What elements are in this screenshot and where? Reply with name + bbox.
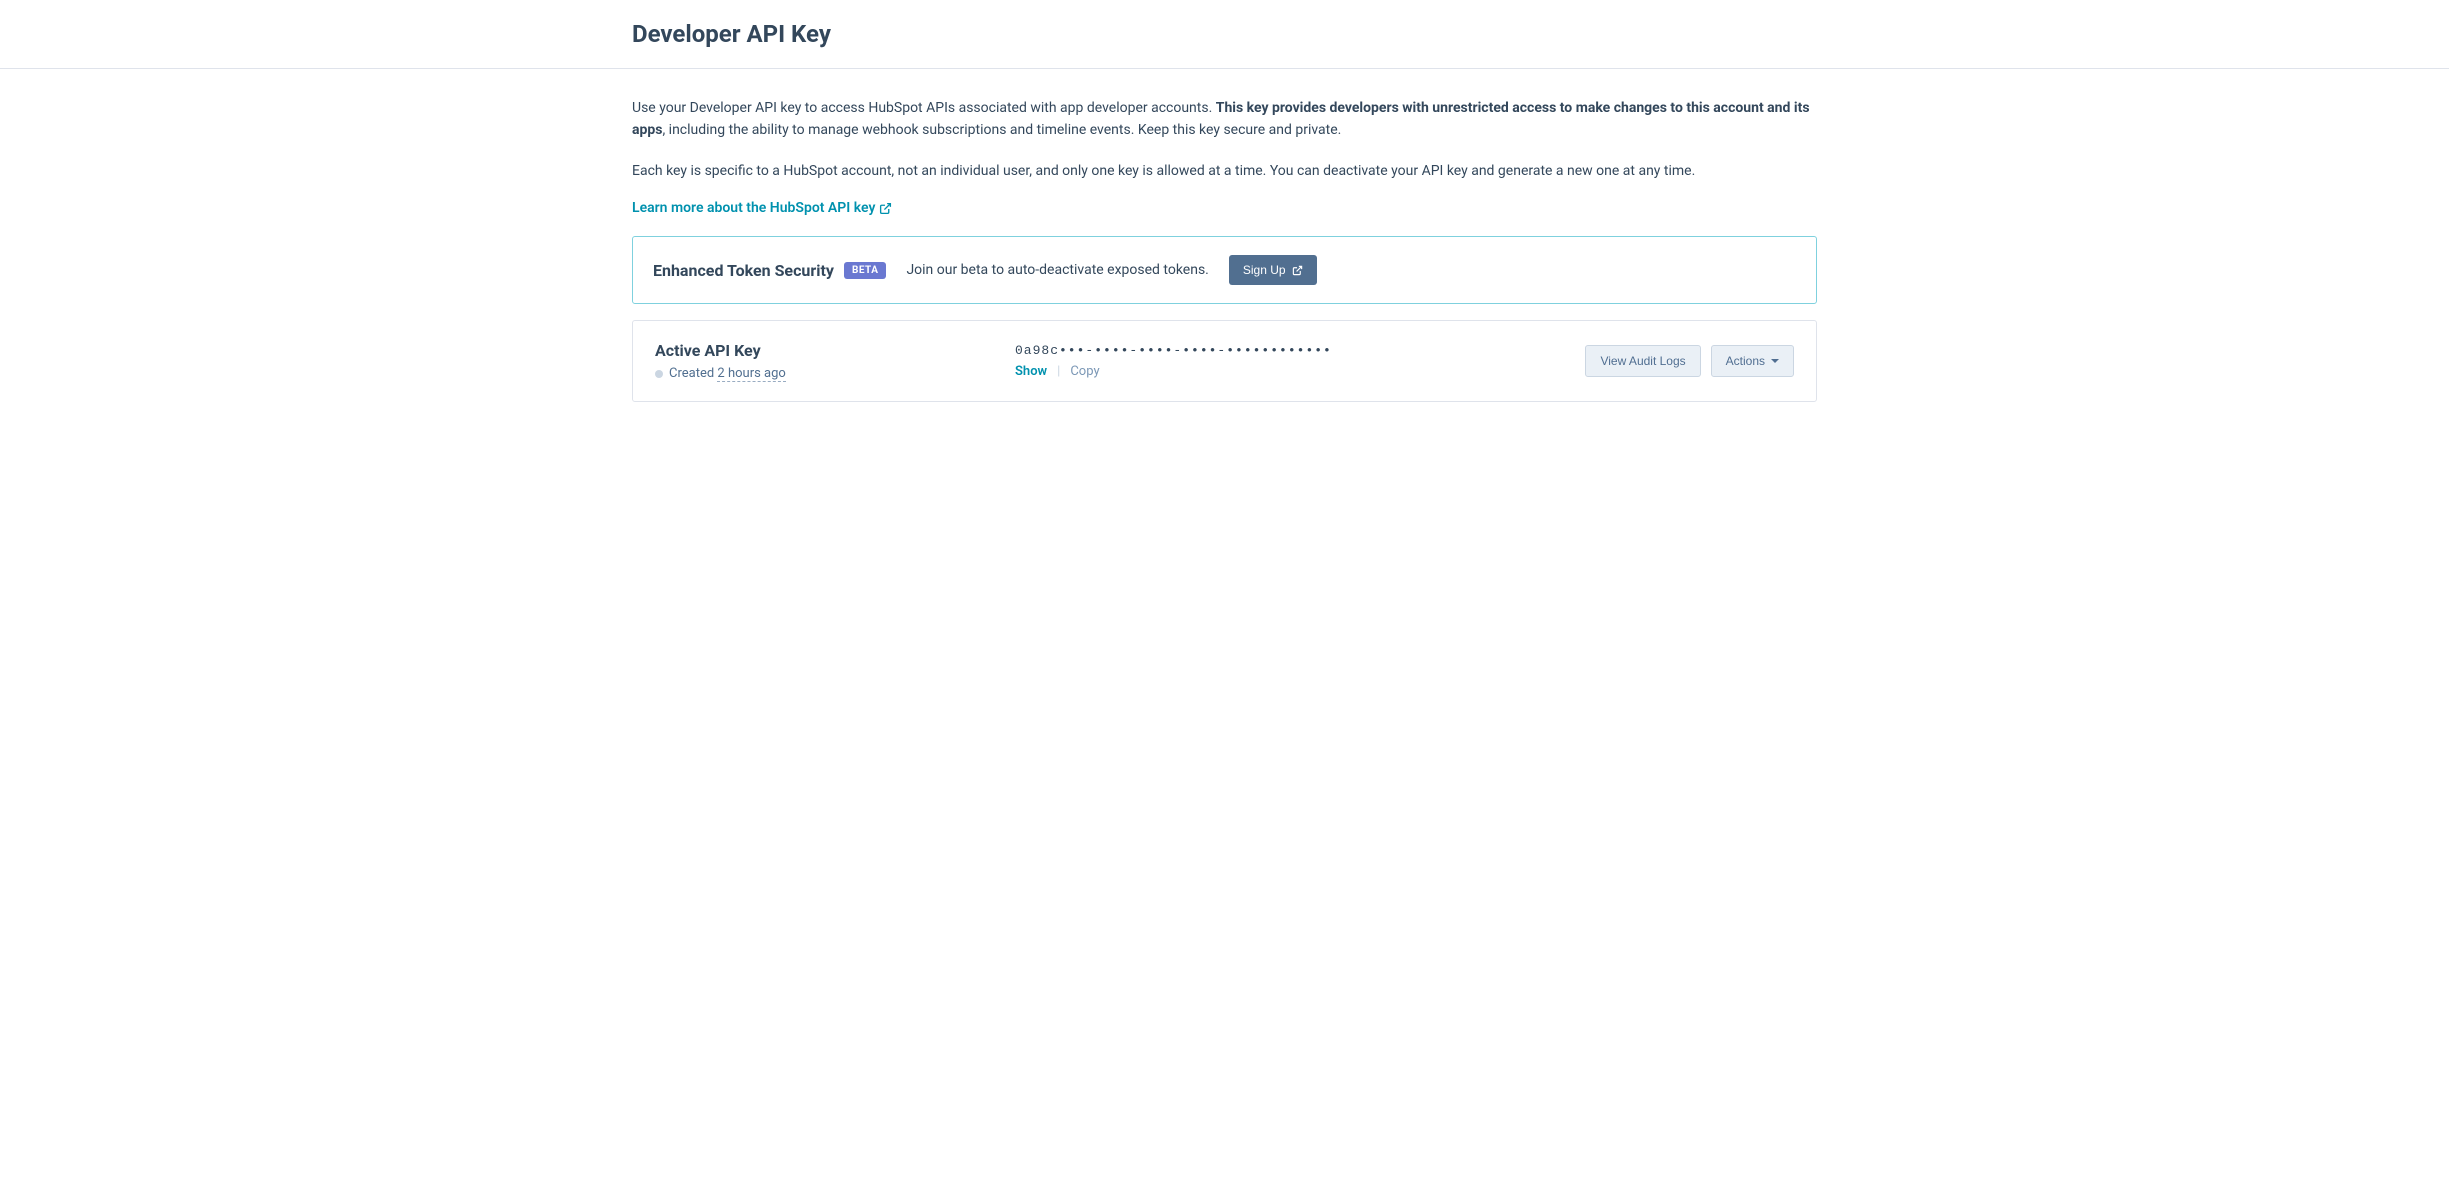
api-key-title: Active API Key (655, 341, 995, 360)
api-key-card: Active API Key Created 2 hours ago 0a98c… (632, 320, 1817, 402)
main-content: Use your Developer API key to access Hub… (0, 69, 2449, 430)
api-key-created: Created 2 hours ago (655, 366, 995, 381)
learn-more-text: Learn more about the HubSpot API key (632, 200, 875, 216)
external-link-icon (1292, 265, 1303, 276)
api-key-info: Active API Key Created 2 hours ago (655, 341, 995, 381)
page-title: Developer API Key (632, 20, 1817, 48)
beta-banner-title: Enhanced Token Security (653, 261, 834, 280)
copy-key-link[interactable]: Copy (1070, 364, 1099, 379)
beta-badge: BETA (844, 262, 887, 279)
description-intro: Use your Developer API key to access Hub… (632, 100, 1216, 116)
beta-banner: Enhanced Token Security BETA Join our be… (632, 236, 1817, 304)
created-prefix: Created (669, 366, 717, 381)
beta-banner-description: Join our beta to auto-deactivate exposed… (906, 262, 1208, 278)
api-key-buttons: View Audit Logs Actions (1585, 345, 1794, 377)
external-link-icon (879, 202, 892, 215)
masked-api-key: 0a98c•••-••••-••••-••••-•••••••••••• (1015, 343, 1565, 358)
signup-button-label: Sign Up (1243, 263, 1286, 277)
actions-label: Actions (1726, 354, 1765, 368)
description-paragraph-1: Use your Developer API key to access Hub… (632, 97, 1817, 142)
separator: | (1057, 364, 1060, 379)
status-dot-icon (655, 370, 663, 378)
actions-dropdown-button[interactable]: Actions (1711, 345, 1794, 377)
description-outro: , including the ability to manage webhoo… (662, 122, 1341, 138)
signup-button[interactable]: Sign Up (1229, 255, 1317, 285)
show-key-link[interactable]: Show (1015, 364, 1047, 379)
chevron-down-icon (1771, 359, 1779, 363)
view-audit-logs-button[interactable]: View Audit Logs (1585, 345, 1700, 377)
page-header: Developer API Key (0, 0, 2449, 69)
api-key-value-section: 0a98c•••-••••-••••-••••-•••••••••••• Sho… (995, 343, 1585, 379)
audit-logs-label: View Audit Logs (1600, 354, 1685, 368)
key-actions: Show | Copy (1015, 364, 1565, 379)
learn-more-link[interactable]: Learn more about the HubSpot API key (632, 200, 892, 216)
description-paragraph-2: Each key is specific to a HubSpot accoun… (632, 160, 1817, 182)
created-time: 2 hours ago (717, 366, 785, 382)
